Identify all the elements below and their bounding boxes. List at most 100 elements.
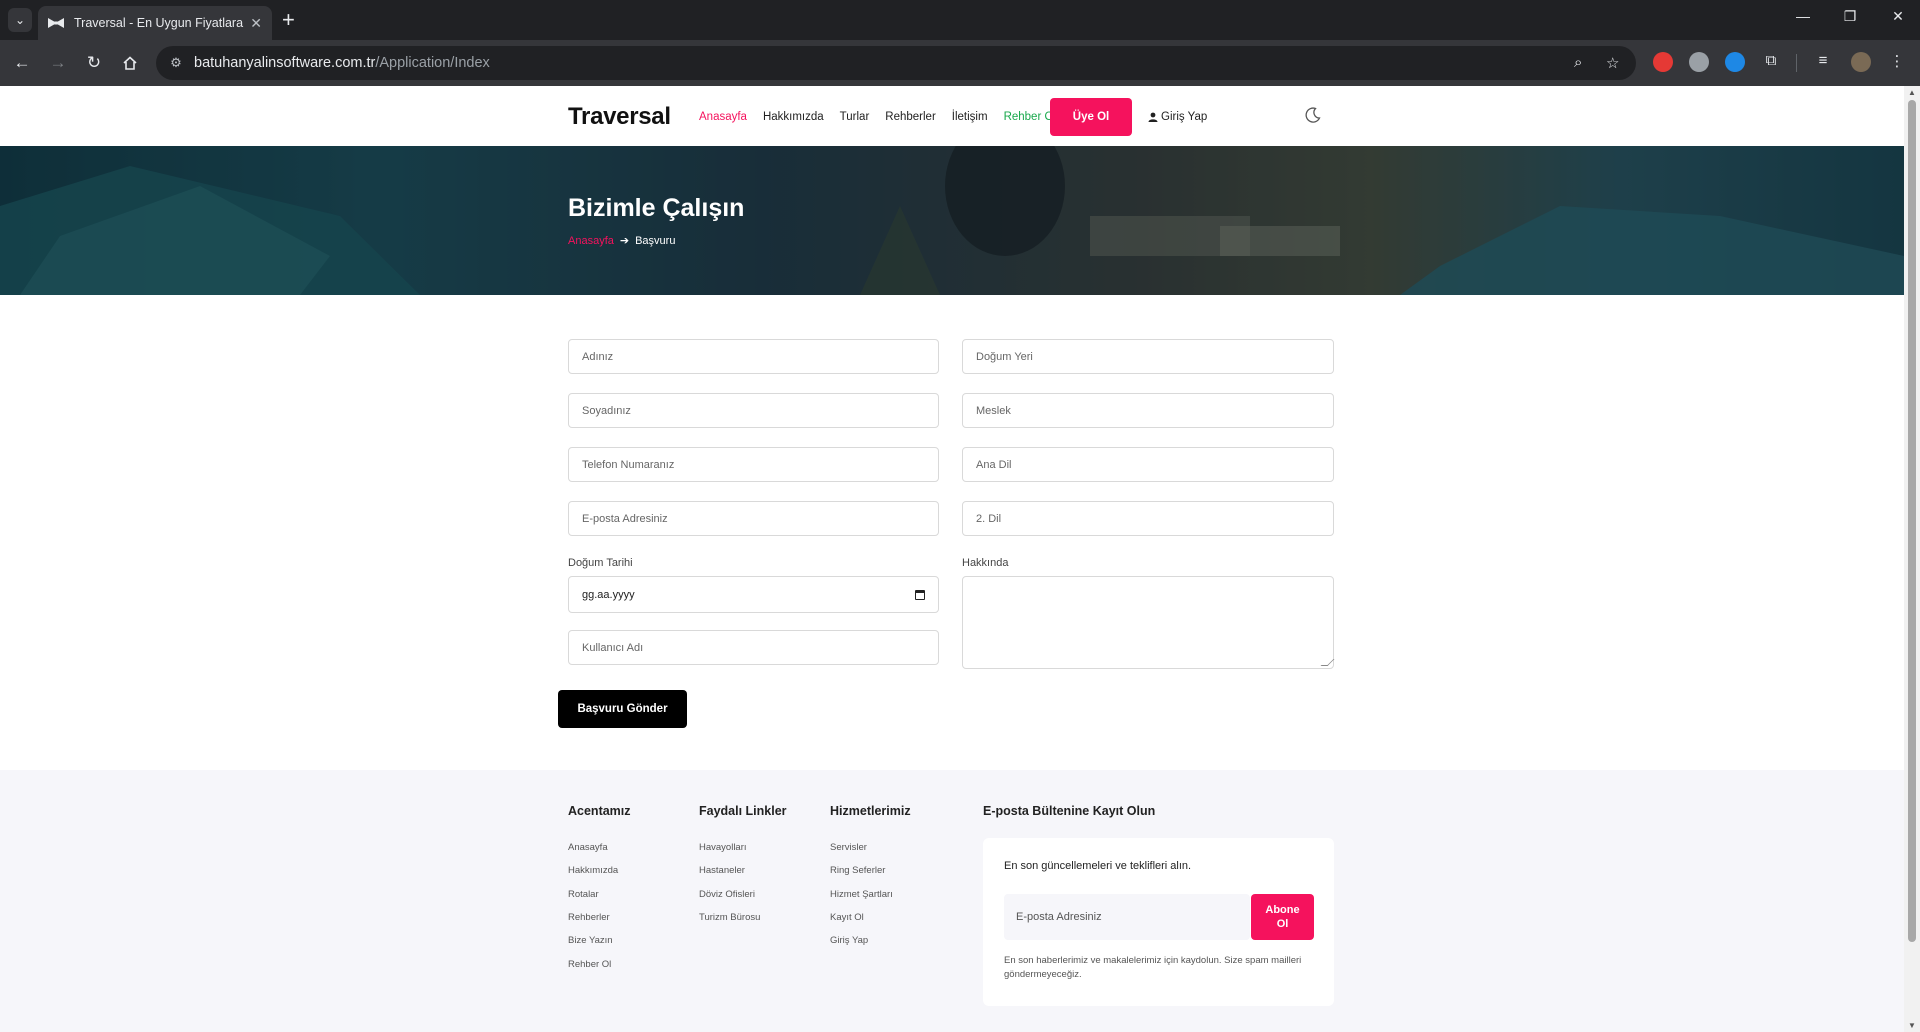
calendar-icon[interactable] (915, 589, 925, 600)
breadcrumb-home[interactable]: Anasayfa (568, 235, 614, 247)
footer-link[interactable]: Rehber Ol (568, 959, 611, 970)
back-icon[interactable]: ← (10, 51, 34, 75)
restore-icon[interactable]: ❐ (1838, 8, 1862, 25)
email-input[interactable] (582, 512, 925, 525)
last-name-field[interactable] (568, 393, 939, 428)
nav-contact[interactable]: İletişim (952, 111, 988, 123)
address-bar[interactable]: ⚙ batuhanyalinsoftware.com.tr/Applicatio… (156, 46, 1636, 80)
forward-icon[interactable]: → (46, 51, 70, 75)
extension-blue-icon[interactable] (1725, 52, 1745, 72)
browser-tabstrip: ⌄ Traversal - En Uygun Fiyatlara G ✕ + —… (0, 0, 1920, 40)
footer-link[interactable]: Döviz Ofisleri (699, 889, 755, 900)
newsletter-card: En son güncellemeleri ve teklifleri alın… (983, 838, 1334, 1006)
reload-icon[interactable]: ↻ (82, 51, 106, 75)
bookmark-star-icon[interactable]: ☆ (1606, 54, 1619, 72)
profile-avatar[interactable] (1851, 52, 1871, 72)
email-field[interactable] (568, 501, 939, 536)
submit-application-button[interactable]: Başvuru Gönder (558, 690, 687, 728)
resize-handle-icon[interactable] (1320, 659, 1335, 666)
footer-link[interactable]: Ring Seferler (830, 865, 885, 876)
brand-logo[interactable]: Traversal (568, 103, 671, 131)
nav-about[interactable]: Hakkımızda (763, 111, 824, 123)
footer-agency-title: Acentamız (568, 804, 631, 818)
extension-globe-icon[interactable] (1689, 52, 1709, 72)
extensions-puzzle-icon[interactable]: ⧉ (1760, 52, 1782, 69)
arrow-right-icon: ➔ (619, 235, 630, 247)
footer-link[interactable]: Rotalar (568, 889, 599, 900)
scroll-down-icon[interactable]: ▼ (1907, 1021, 1917, 1030)
tab-search-button[interactable]: ⌄ (8, 8, 32, 32)
job-input[interactable] (976, 404, 1320, 417)
newsletter-note: En son haberlerimiz ve makalelerimiz içi… (1004, 955, 1302, 980)
about-label: Hakkında (962, 557, 1009, 569)
footer-link[interactable]: Anasayfa (568, 842, 608, 853)
newsletter-email-input[interactable]: E-posta Adresiniz (1004, 894, 1250, 940)
footer-useful-links-title: Faydalı Linkler (699, 804, 787, 818)
second-language-input[interactable] (976, 512, 1320, 525)
site-footer: Acentamız Anasayfa Hakkımızda Rotalar Re… (0, 770, 1904, 1032)
footer-link[interactable]: Hakkımızda (568, 865, 618, 876)
url-text: batuhanyalinsoftware.com.tr/Application/… (194, 55, 490, 71)
job-field[interactable] (962, 393, 1334, 428)
page-scrollbar[interactable]: ▲ ▼ (1904, 86, 1920, 1032)
footer-link[interactable]: Rehberler (568, 912, 610, 923)
native-language-field[interactable] (962, 447, 1334, 482)
birth-date-value: gg.aa.yyyy (582, 588, 635, 601)
footer-link[interactable]: Kayıt Ol (830, 912, 864, 923)
login-label: Giriş Yap (1161, 111, 1208, 123)
newsletter-lead: En son güncellemeleri ve teklifleri alın… (1004, 860, 1192, 872)
footer-link[interactable]: Hastaneler (699, 865, 745, 876)
nav-become-guide[interactable]: Rehber Ol (1004, 111, 1056, 123)
native-language-input[interactable] (976, 458, 1320, 471)
breadcrumb: Anasayfa ➔ Başvuru (568, 234, 676, 248)
signup-button[interactable]: Üye Ol (1050, 98, 1132, 136)
nav-tours[interactable]: Turlar (840, 111, 870, 123)
footer-services-title: Hizmetlerimiz (830, 804, 911, 818)
dark-mode-moon-icon[interactable] (1304, 106, 1322, 124)
phone-input[interactable] (582, 458, 925, 471)
footer-link[interactable]: Bize Yazın (568, 935, 613, 946)
first-name-input[interactable] (582, 350, 925, 363)
extension-red-icon[interactable] (1653, 52, 1673, 72)
login-link[interactable]: Giriş Yap (1148, 111, 1207, 123)
second-language-field[interactable] (962, 501, 1334, 536)
media-queue-icon[interactable]: ≡ (1812, 52, 1834, 69)
birth-date-field[interactable]: gg.aa.yyyy (568, 576, 939, 613)
toolbar-divider (1796, 54, 1797, 72)
first-name-field[interactable] (568, 339, 939, 374)
tab-title: Traversal - En Uygun Fiyatlara G (74, 16, 244, 30)
minimize-icon[interactable]: — (1791, 8, 1815, 24)
zoom-icon[interactable]: ⌕ (1574, 54, 1582, 71)
browser-toolbar: ← → ↻ ⚙ batuhanyalinsoftware.com.tr/Appl… (0, 40, 1920, 86)
newsletter-title: E-posta Bültenine Kayıt Olun (983, 804, 1156, 818)
username-field[interactable] (568, 630, 939, 665)
close-tab-icon[interactable]: ✕ (250, 15, 262, 32)
footer-link[interactable]: Giriş Yap (830, 935, 868, 946)
about-textarea[interactable] (962, 576, 1335, 669)
nav-home[interactable]: Anasayfa (699, 111, 747, 123)
phone-field[interactable] (568, 447, 939, 482)
username-input[interactable] (582, 641, 925, 654)
hero-overlay (0, 146, 1904, 295)
scroll-thumb[interactable] (1908, 100, 1916, 942)
breadcrumb-current: Başvuru (635, 234, 676, 247)
browser-menu-icon[interactable]: ⋮ (1886, 52, 1908, 70)
footer-link[interactable]: Havayolları (699, 842, 747, 853)
page-viewport: Traversal Anasayfa Hakkımızda Turlar Reh… (0, 86, 1904, 1032)
site-header: Traversal Anasayfa Hakkımızda Turlar Reh… (0, 86, 1904, 146)
new-tab-button[interactable]: + (282, 8, 295, 32)
footer-link[interactable]: Turizm Bürosu (699, 912, 760, 923)
birth-place-field[interactable] (962, 339, 1334, 374)
nav-guides[interactable]: Rehberler (885, 111, 936, 123)
subscribe-button[interactable]: Abone Ol (1251, 894, 1314, 940)
footer-link[interactable]: Hizmet Şartları (830, 889, 893, 900)
site-info-icon[interactable]: ⚙ (168, 55, 184, 71)
birth-place-input[interactable] (976, 350, 1320, 363)
close-window-icon[interactable]: ✕ (1886, 8, 1910, 25)
browser-tab[interactable]: Traversal - En Uygun Fiyatlara G ✕ (38, 6, 272, 40)
bowtie-icon (48, 17, 64, 29)
footer-link[interactable]: Servisler (830, 842, 867, 853)
home-icon[interactable] (118, 51, 142, 75)
last-name-input[interactable] (582, 404, 925, 417)
scroll-up-icon[interactable]: ▲ (1907, 88, 1917, 97)
